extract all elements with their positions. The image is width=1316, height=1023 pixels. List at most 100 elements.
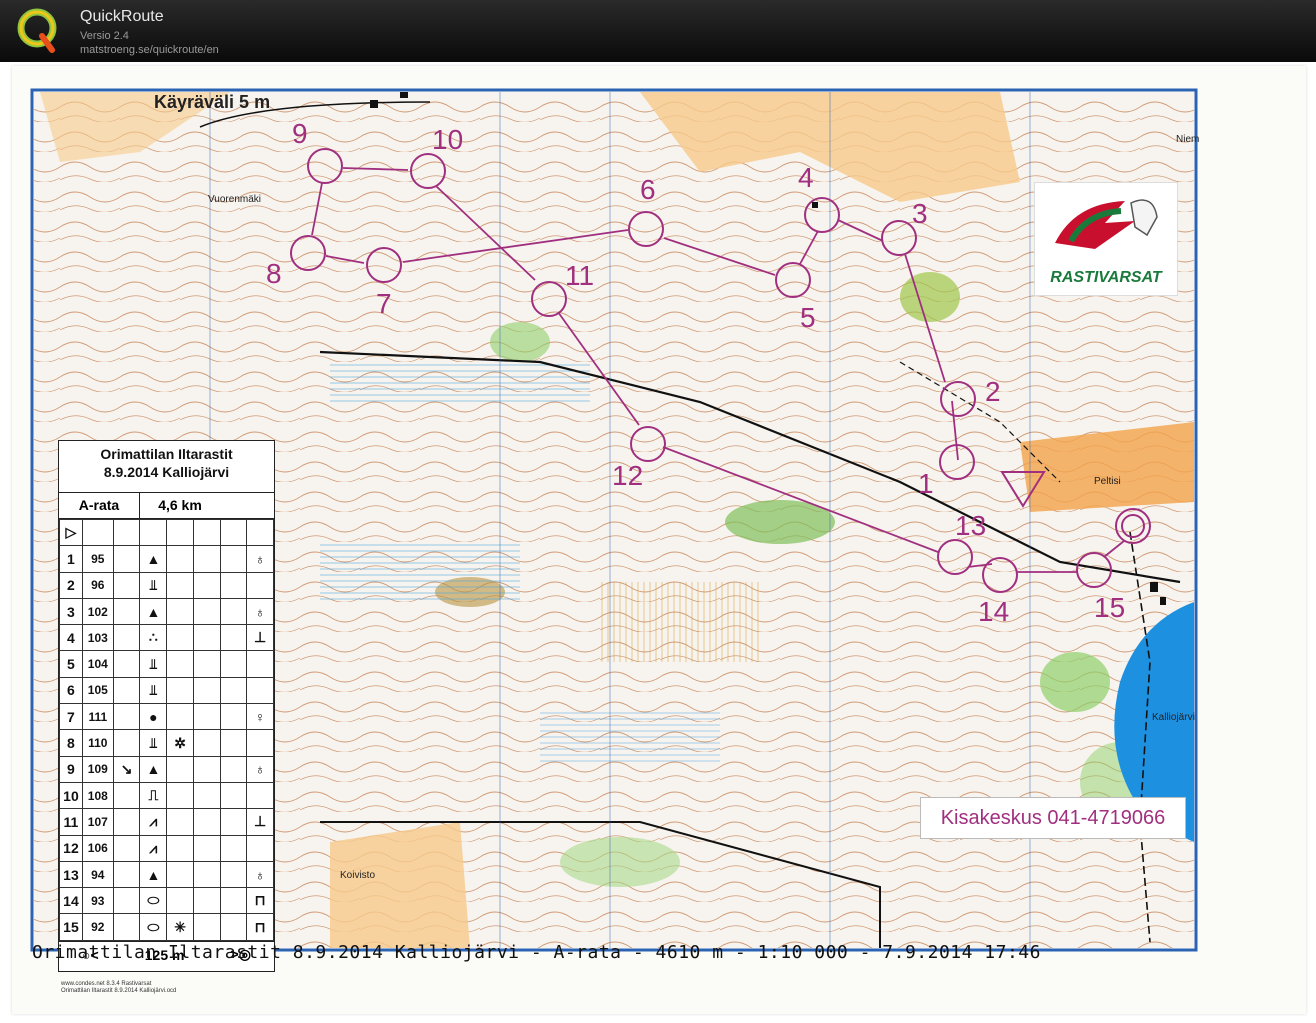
which-feature-cell: ↘	[112, 755, 141, 783]
marsh-area	[320, 542, 520, 602]
combination-cell	[219, 545, 248, 573]
combination-cell	[219, 887, 248, 915]
vegetation-area	[490, 322, 550, 362]
control-code-cell: 92	[81, 913, 114, 941]
which-feature-cell	[112, 703, 141, 731]
control-description-row: 9 109 ↘ ▲ ♁	[59, 755, 274, 783]
credits: www.condes.net 8.3.4 Rastivarsat Orimatt…	[61, 981, 176, 995]
dimension-cell	[193, 650, 221, 678]
event-header: Orimattilan Iltarastit 8.9.2014 Kalliojä…	[59, 441, 274, 493]
location-cell: ⊥	[246, 808, 274, 836]
which-feature-cell	[112, 913, 141, 941]
which-feature-cell	[112, 571, 141, 599]
feature-cell: ▲	[139, 545, 168, 573]
location-cell: ⊓	[246, 887, 274, 915]
app-title: QuickRoute	[80, 8, 164, 25]
appearance-cell	[166, 755, 195, 783]
app-url[interactable]: matstroeng.se/quickroute/en	[80, 44, 219, 56]
vegetation-area	[900, 272, 960, 322]
control-code-cell: 103	[81, 624, 114, 652]
event-date-place: 8.9.2014 Kalliojärvi	[103, 464, 230, 480]
feature-cell: ⫫	[139, 729, 168, 757]
place-label-vuorenmaki: Vuorenmäki	[208, 194, 261, 205]
feature-cell: ⬭	[139, 913, 168, 941]
dimension-cell	[193, 781, 221, 810]
control-description-row: 5 104 ⫫	[59, 650, 274, 678]
control-number-7: 7	[376, 288, 392, 319]
control-description-row: 15 92 ⬭ ✳ ⊓	[59, 913, 274, 941]
vegetation-area	[560, 837, 680, 887]
control-description-sheet: Orimattilan Iltarastit 8.9.2014 Kalliojä…	[58, 440, 275, 994]
map-caption: Orimattilan Iltarastit 8.9.2014 Kalliojä…	[32, 942, 1041, 963]
appearance-cell	[166, 571, 195, 599]
appearance-cell	[166, 650, 195, 678]
feature-cell: ⎍	[139, 781, 168, 810]
control-number-6: 6	[640, 174, 656, 205]
control-description-row: 3 102 ▲ ♁	[59, 597, 274, 626]
which-feature-cell	[112, 729, 141, 757]
vegetation-area	[1040, 652, 1110, 712]
appearance-cell	[166, 597, 195, 626]
dimension-cell	[193, 703, 221, 731]
location-cell	[246, 729, 274, 757]
horse-logo-icon	[1055, 199, 1158, 249]
appearance-cell	[166, 887, 195, 915]
appearance-cell	[166, 624, 195, 652]
feature-cell: ▲	[139, 755, 168, 783]
feature-cell: ●	[139, 703, 168, 731]
dimension-cell	[193, 545, 221, 573]
feature-cell: ⩘	[139, 834, 168, 862]
which-feature-cell	[112, 545, 141, 573]
course-header: A-rata 4,6 km	[59, 493, 274, 519]
location-cell	[246, 781, 274, 810]
combination-cell	[219, 624, 248, 652]
location-cell: ♁	[246, 597, 274, 626]
dimension-cell	[193, 913, 221, 941]
app-titlebar: QuickRoute Versio 2.4 matstroeng.se/quic…	[0, 0, 1316, 62]
location-cell: ⊥	[246, 624, 274, 652]
marsh-area	[540, 712, 720, 762]
combination-cell	[219, 808, 248, 836]
appearance-cell	[166, 808, 195, 836]
control-description-row: 1 95 ▲ ♁	[59, 545, 274, 573]
control-code-cell: 94	[81, 860, 114, 889]
combination-cell	[219, 571, 248, 599]
map-canvas[interactable]: Käyräväli 5 m Vuorenmäki Koivisto Peltis…	[0, 62, 1316, 1023]
combination-cell	[219, 781, 248, 810]
appearance-cell	[166, 860, 195, 889]
feature-cell: ▲	[139, 597, 168, 626]
control-code-cell: 107	[81, 808, 114, 836]
which-feature-cell	[112, 860, 141, 889]
credits-line: Orimattilan Iltarastit 8.9.2014 Kalliojä…	[61, 988, 177, 994]
feature-cell: ⫫	[139, 650, 168, 678]
control-number-12: 12	[612, 460, 644, 491]
location-cell	[246, 834, 274, 862]
control-number-3: 3	[912, 198, 928, 229]
which-feature-cell	[112, 624, 141, 652]
control-code-cell: 105	[81, 676, 114, 705]
dimension-cell	[193, 834, 221, 862]
control-number-cell: 9	[59, 755, 83, 783]
control-number-14: 14	[978, 596, 1010, 627]
control-code-cell: 110	[81, 729, 114, 757]
control-description-row: 12 106 ⩘	[59, 834, 274, 862]
control-number-cell: 2	[59, 571, 83, 599]
which-feature-cell	[112, 808, 141, 836]
feature-cell: ⫫	[139, 571, 168, 599]
marsh-area	[330, 362, 590, 402]
control-number-cell: 5	[59, 650, 83, 678]
which-feature-cell	[112, 597, 141, 626]
stripe-area	[600, 582, 760, 662]
quickroute-logo-icon	[17, 8, 57, 53]
control-number-11: 11	[565, 260, 595, 291]
control-description-row: 2 96 ⫫	[59, 571, 274, 599]
dimension-cell	[193, 597, 221, 626]
combination-cell	[219, 755, 248, 783]
control-number-cell: 14	[59, 887, 83, 915]
feature-cell: ⩘	[139, 808, 168, 836]
location-cell	[246, 676, 274, 705]
appearance-cell	[166, 834, 195, 862]
which-feature-cell	[112, 887, 141, 915]
control-number-cell: 3	[59, 597, 83, 626]
combination-cell	[219, 860, 248, 889]
